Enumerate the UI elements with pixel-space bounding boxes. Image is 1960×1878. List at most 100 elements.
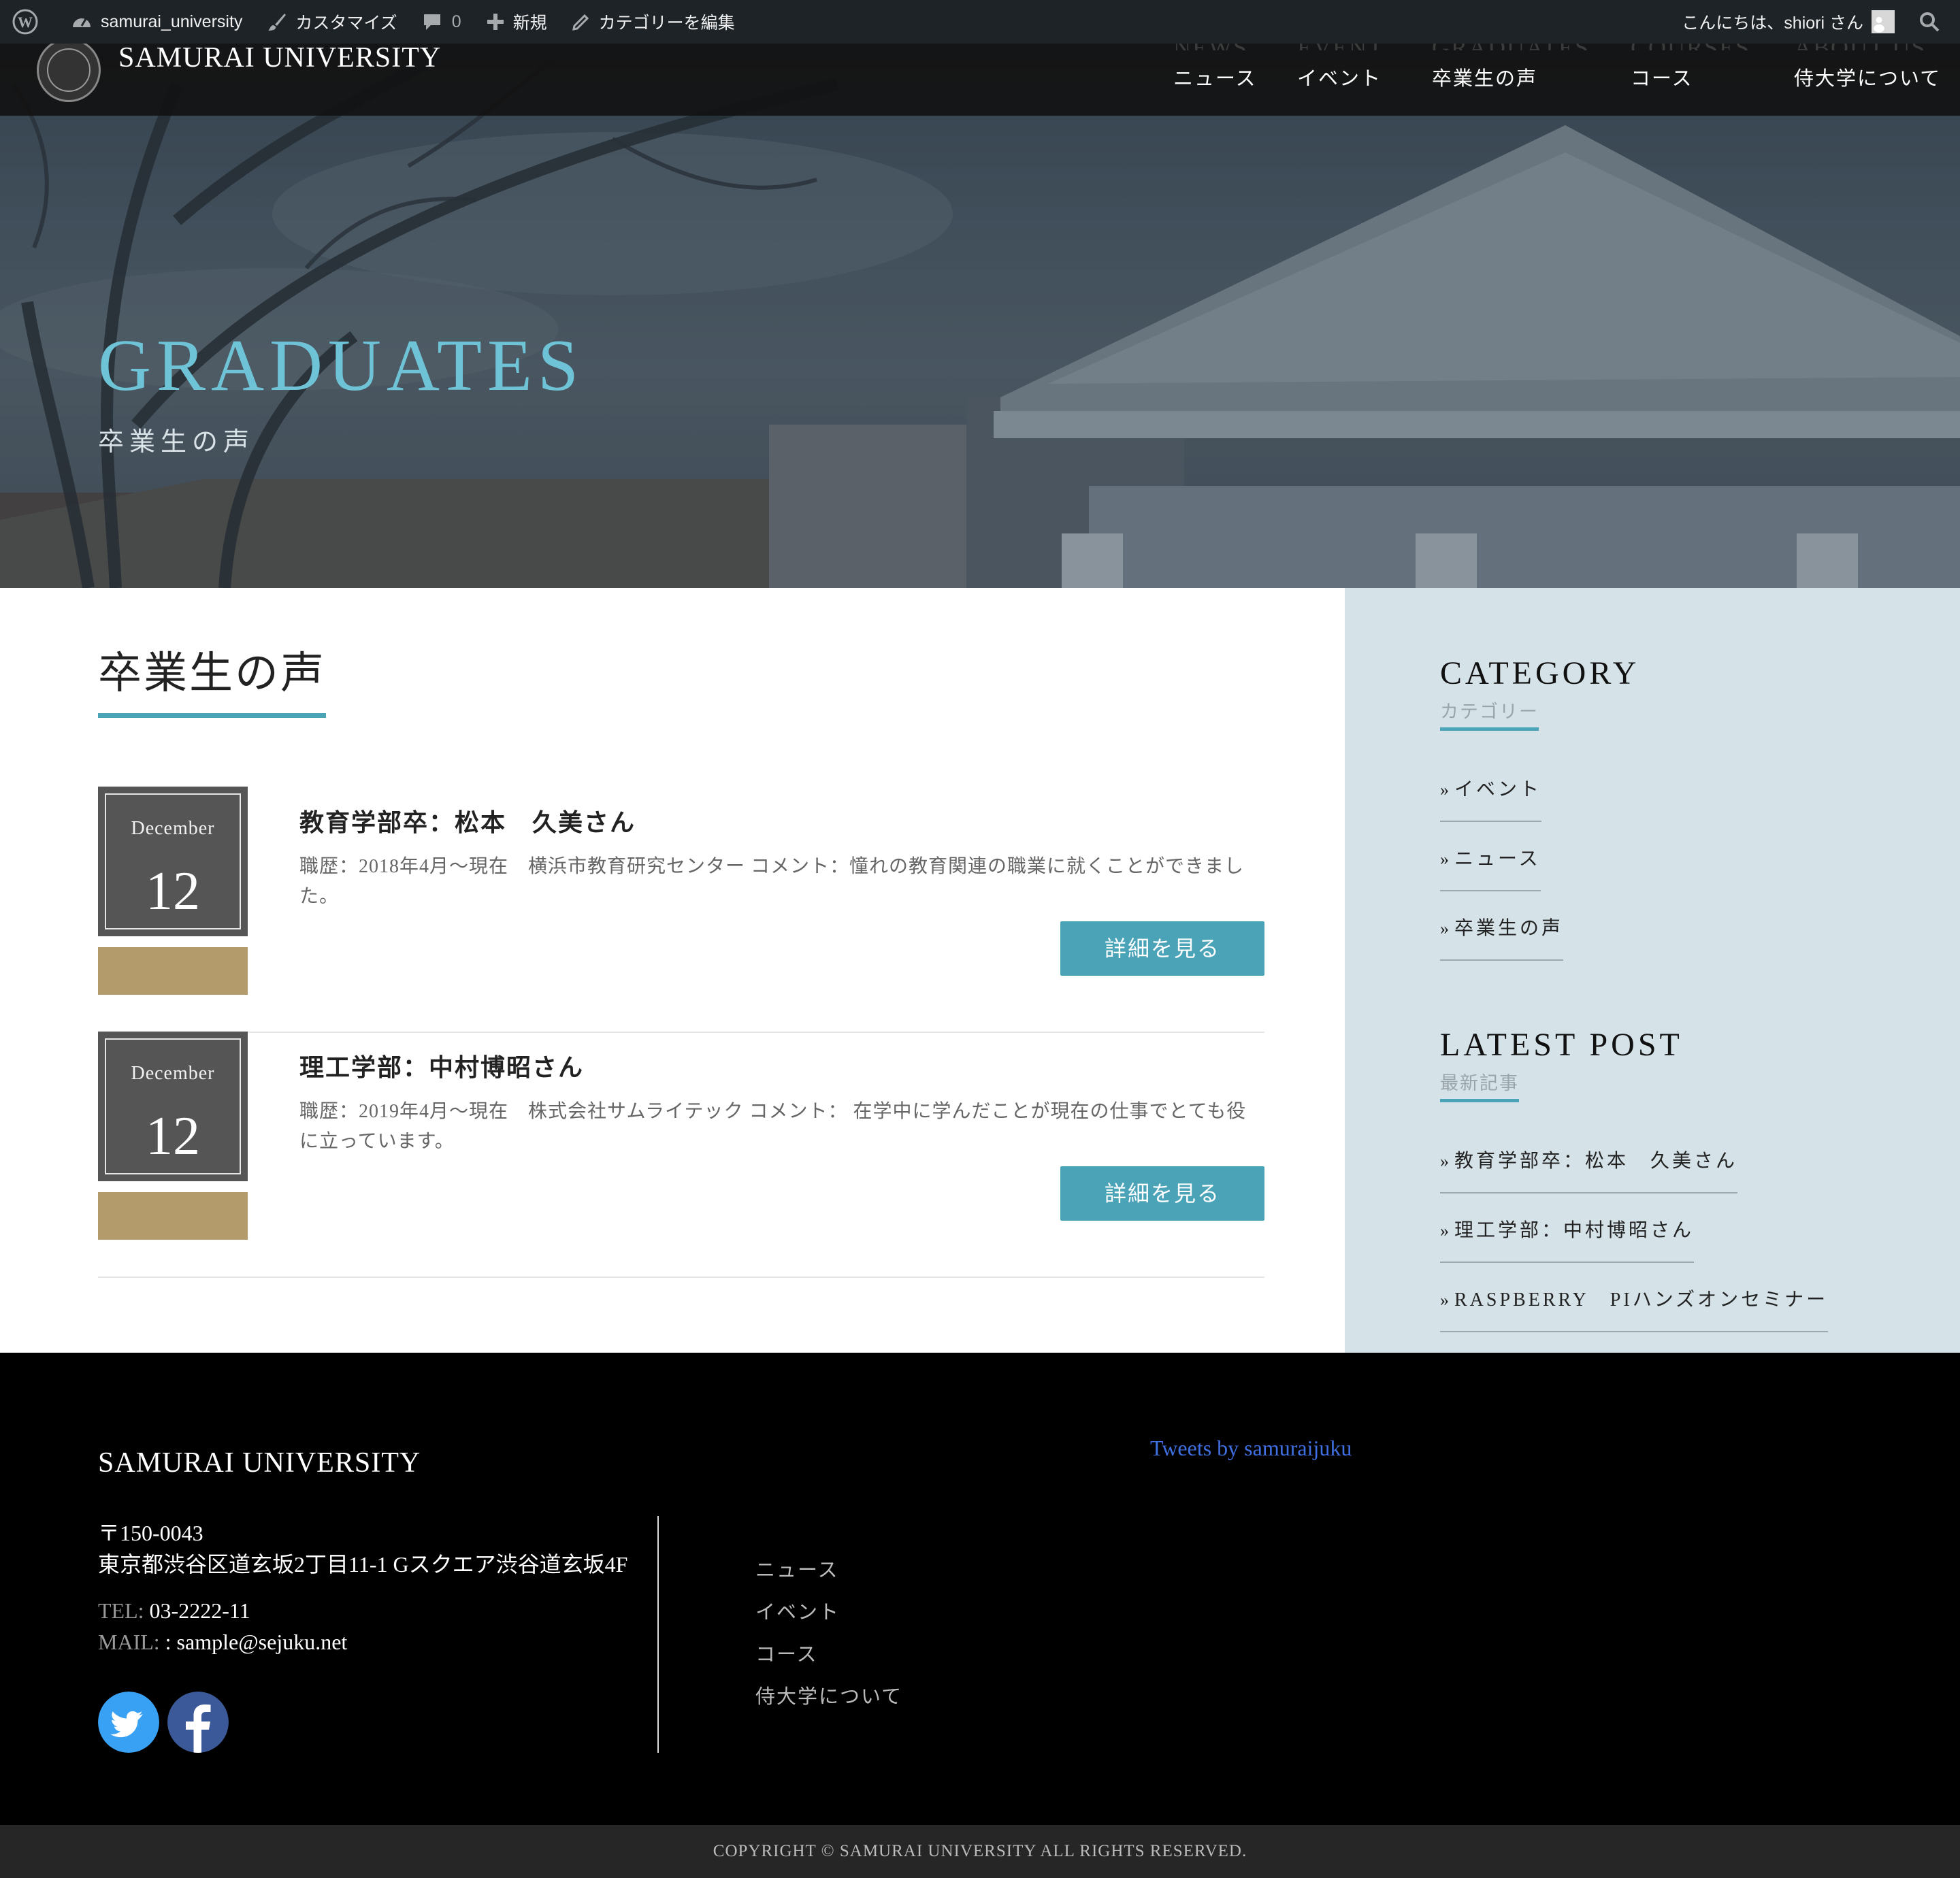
- read-more-button[interactable]: 詳細を見る: [1060, 921, 1264, 976]
- post-date: December 12: [98, 787, 248, 936]
- tel-label: TEL:: [98, 1598, 144, 1623]
- comments-count: 0: [451, 12, 461, 31]
- nav-item-courses[interactable]: COURSES コース: [1631, 35, 1750, 91]
- footer-title: SAMURAI UNIVERSITY: [98, 1447, 421, 1479]
- sidebar-item-label: RASPBERRY PIハンズオンセミナー: [1454, 1289, 1829, 1311]
- my-account-menu[interactable]: こんにちは、shiori さん: [1669, 0, 1907, 44]
- edit-category-link[interactable]: カテゴリーを編集: [559, 0, 747, 44]
- mail-label: MAIL:: [98, 1630, 160, 1654]
- search-button[interactable]: [1907, 0, 1960, 44]
- category-widget-title: CATEGORY: [1440, 655, 1640, 691]
- post-month: December: [131, 1063, 215, 1084]
- footer-divider: [657, 1516, 659, 1753]
- footer-tel: TEL: 03-2222-11: [98, 1595, 347, 1626]
- double-chevron-right-icon: »: [1440, 849, 1449, 869]
- post-day: 12: [146, 1106, 200, 1166]
- footer-nav-about[interactable]: 侍大学について: [755, 1681, 902, 1709]
- new-label: 新規: [512, 14, 547, 33]
- category-widget-subtitle: カテゴリー: [1440, 697, 1539, 731]
- footer-nav-courses[interactable]: コース: [755, 1638, 818, 1667]
- footer-postal-code: 〒150-0043: [98, 1521, 203, 1545]
- sidebar-item-label: 卒業生の声: [1454, 918, 1564, 939]
- post-item: December 12 教育学部卒：松本 久美さん 職歴：2018年4月～現在 …: [98, 787, 1264, 1033]
- search-icon: [1920, 12, 1940, 32]
- site-name-label: samurai_university: [101, 12, 243, 31]
- new-content-menu[interactable]: 新規: [474, 0, 559, 44]
- sidebar-category-event[interactable]: » イベント: [1440, 774, 1542, 822]
- double-chevron-right-icon: »: [1440, 919, 1449, 938]
- nav-item-graduates[interactable]: GRADUATES 卒業生の声: [1432, 35, 1590, 91]
- comments-link[interactable]: 0: [410, 0, 474, 44]
- avatar: [1872, 10, 1895, 33]
- sidebar-latest-post[interactable]: » 理工学部：中村博昭さん: [1440, 1215, 1695, 1263]
- site-footer: SAMURAI UNIVERSITY 〒150-0043 東京都渋谷区道玄坂2丁…: [0, 1353, 1960, 1825]
- post-title[interactable]: 教育学部卒：松本 久美さん: [299, 803, 636, 838]
- sidebar-category-news[interactable]: » ニュース: [1440, 844, 1541, 891]
- sidebar: CATEGORY カテゴリー » イベント » ニュース » 卒業生の声 LATEST…: [1345, 588, 1960, 1353]
- paintbrush-icon: [268, 14, 287, 31]
- dashboard-icon: [73, 18, 91, 27]
- hero-subtitle: 卒業生の声: [98, 428, 255, 457]
- hero-banner: GRADUATES 卒業生の声: [0, 44, 1960, 588]
- site-title[interactable]: SAMURAI UNIVERSITY: [118, 44, 441, 72]
- latest-post-widget-title: LATEST POST: [1440, 1027, 1683, 1063]
- user-avatar-icon: [1874, 16, 1884, 33]
- double-chevron-right-icon: »: [1440, 1290, 1449, 1310]
- footer-address: 〒150-0043 東京都渋谷区道玄坂2丁目11-1 Gスクエア渋谷道玄坂4F: [98, 1517, 627, 1580]
- footer-mail: MAIL: : sample@sejuku.net: [98, 1626, 347, 1658]
- footer-contact: TEL: 03-2222-11 MAIL: : sample@sejuku.ne…: [98, 1595, 347, 1658]
- post-excerpt: 職歴：2018年4月～現在 横浜市教育研究センター コメント：憧れの教育関連の職…: [299, 856, 1245, 907]
- nav-graduates-label: 卒業生の声: [1432, 68, 1538, 90]
- svg-text:W: W: [18, 14, 33, 31]
- post-excerpt: 職歴：2019年4月～現在 株式会社サムライテック コメント： 在学中に学んだこ…: [299, 1101, 1247, 1152]
- nav-item-about[interactable]: ABOUT US 侍大学について: [1794, 35, 1942, 91]
- page-title: 卒業生の声: [98, 638, 326, 718]
- sidebar-item-label: 教育学部卒：松本 久美さん: [1454, 1151, 1738, 1172]
- facebook-icon[interactable]: [167, 1692, 229, 1753]
- site-header: SAMURAI UNIVERSITY NEWS ニュース EVENT イベント …: [0, 35, 1960, 116]
- sidebar-latest-post[interactable]: » 教育学部卒：松本 久美さん: [1440, 1146, 1738, 1193]
- nav-about-label: 侍大学について: [1794, 68, 1942, 90]
- footer-nav-event[interactable]: イベント: [755, 1596, 840, 1625]
- edit-category-label: カテゴリーを編集: [598, 14, 735, 33]
- nav-courses-label: コース: [1631, 68, 1693, 90]
- main-content: 卒業生の声 December 12 教育学部卒：松本 久美さん 職歴：2018年…: [0, 588, 1345, 1353]
- double-chevron-right-icon: »: [1440, 1151, 1449, 1171]
- comment-bubble-icon: [423, 14, 440, 30]
- sidebar-category-graduates[interactable]: » 卒業生の声: [1440, 913, 1564, 961]
- wp-logo-menu[interactable]: W: [0, 0, 59, 44]
- twitter-icon[interactable]: [98, 1692, 159, 1753]
- twitter-timeline-link[interactable]: Tweets by samuraijuku: [1150, 1436, 1352, 1461]
- footer-street-address: 東京都渋谷区道玄坂2丁目11-1 Gスクエア渋谷道玄坂4F: [98, 1552, 628, 1577]
- customize-link[interactable]: カスタマイズ: [255, 0, 409, 44]
- footer-nav-news[interactable]: ニュース: [755, 1554, 839, 1583]
- nav-news-label: ニュース: [1173, 68, 1257, 90]
- post-title[interactable]: 理工学部：中村博昭さん: [299, 1048, 584, 1083]
- post-day: 12: [146, 861, 200, 921]
- nav-item-event[interactable]: EVENT イベント: [1297, 35, 1384, 91]
- hero-title: GRADUATES: [98, 325, 585, 406]
- mail-value[interactable]: : sample@sejuku.net: [165, 1630, 348, 1654]
- hero-background-image: [0, 44, 1960, 588]
- site-name-menu[interactable]: samurai_university: [59, 0, 255, 44]
- latest-post-widget-subtitle: 最新記事: [1440, 1068, 1519, 1102]
- post-category-bar: [98, 1192, 248, 1240]
- double-chevron-right-icon: »: [1440, 780, 1449, 800]
- nav-event-label: イベント: [1297, 68, 1382, 90]
- copyright: COPYRIGHT © SAMURAI UNIVERSITY ALL RIGHT…: [0, 1825, 1960, 1878]
- double-chevron-right-icon: »: [1440, 1221, 1449, 1240]
- read-more-button[interactable]: 詳細を見る: [1060, 1166, 1264, 1221]
- nav-item-news[interactable]: NEWS ニュース: [1173, 35, 1257, 91]
- sidebar-latest-post[interactable]: » RASPBERRY PIハンズオンセミナー: [1440, 1285, 1829, 1332]
- post-item: December 12 理工学部：中村博昭さん 職歴：2019年4月～現在 株式…: [98, 1032, 1264, 1278]
- post-category-bar: [98, 947, 248, 995]
- greeting-text: こんにちは、shiori さん: [1682, 14, 1863, 33]
- site-logo[interactable]: [37, 38, 101, 102]
- sidebar-item-label: イベント: [1454, 779, 1542, 800]
- post-date: December 12: [98, 1032, 248, 1181]
- wordpress-icon: W: [12, 9, 38, 35]
- pencil-icon: [572, 14, 589, 31]
- sidebar-item-label: ニュース: [1454, 849, 1541, 870]
- sidebar-item-label: 理工学部：中村博昭さん: [1454, 1220, 1695, 1241]
- post-month: December: [131, 818, 215, 839]
